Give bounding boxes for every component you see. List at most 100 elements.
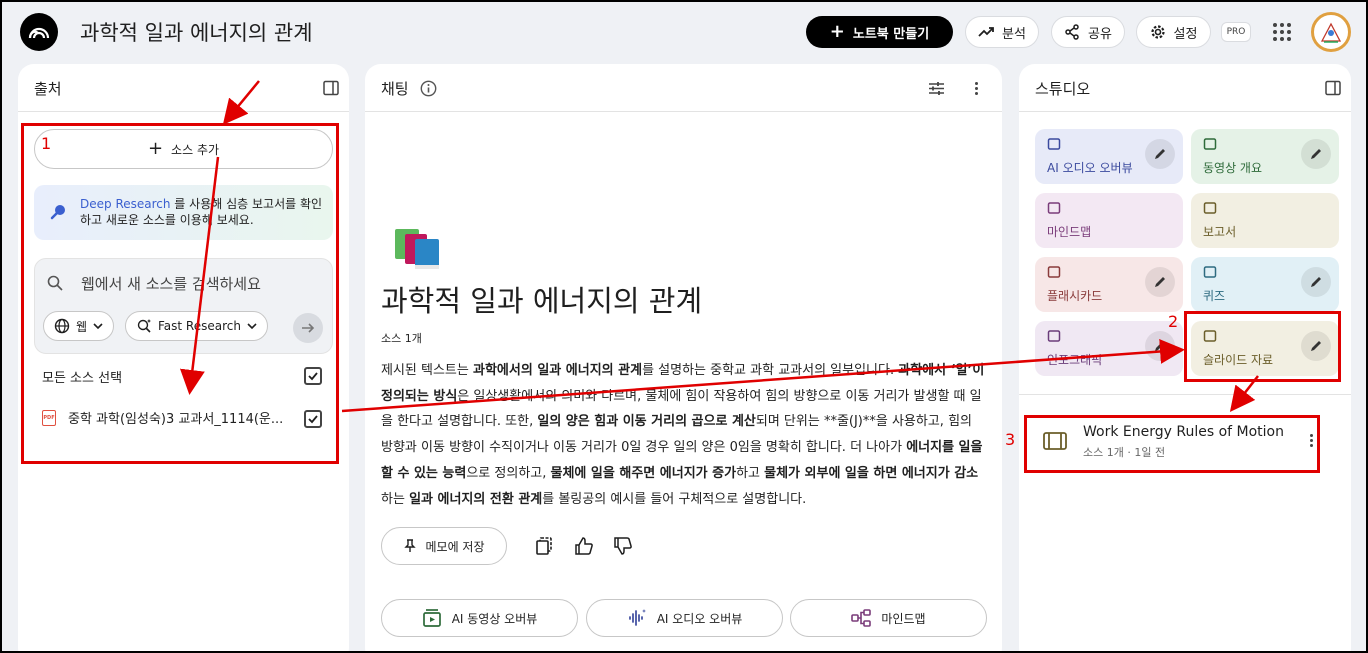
- source-item[interactable]: PDF 중학 과학(임성숙)3 교과서_1114(운...: [42, 408, 283, 427]
- sparkle-search-icon: [137, 319, 151, 333]
- infographic-icon: [1047, 330, 1061, 342]
- audio-overview-button[interactable]: AI 오디오 오버뷰: [586, 599, 783, 637]
- deep-research-icon: [50, 205, 65, 220]
- thumbs-down-icon[interactable]: [613, 536, 633, 556]
- slides-icon: [1203, 330, 1217, 342]
- studio-tile-label: 동영상 개요: [1203, 161, 1263, 175]
- video-overview-button[interactable]: AI 동영상 오버뷰: [381, 599, 578, 637]
- report-icon: [1203, 202, 1217, 214]
- studio-tile[interactable]: 퀴즈: [1191, 257, 1339, 312]
- share-icon: [1065, 24, 1079, 40]
- mindmap-button[interactable]: 마인드맵: [790, 599, 987, 637]
- add-source-button[interactable]: + 소스 추가: [34, 129, 333, 169]
- save-to-note-button[interactable]: 메모에 저장: [381, 527, 507, 565]
- pencil-icon: [1311, 149, 1321, 159]
- output-meta: 소스 1개 · 1일 전: [1083, 446, 1166, 459]
- plus-icon: +: [829, 21, 845, 42]
- studio-tile[interactable]: 플래시카드: [1035, 257, 1183, 312]
- mindmap-icon: [851, 609, 872, 627]
- chat-panel: 채팅 과학적 일과 에너지의 관계 소스 1개 제시된 텍스트는 과학에서의 일…: [365, 64, 1002, 653]
- mindmap-icon: [1047, 202, 1061, 214]
- analysis-button[interactable]: 분석: [965, 16, 1039, 48]
- summary-run: 하는: [381, 491, 410, 507]
- research-mode-chip[interactable]: Fast Research: [125, 311, 268, 341]
- sources-header: 출처: [18, 64, 349, 112]
- notebooklm-logo-icon[interactable]: [20, 13, 58, 51]
- search-input[interactable]: 웹에서 새 소스를 검색하세요: [81, 273, 261, 294]
- slides-icon: [1043, 432, 1067, 450]
- edit-button[interactable]: [1145, 139, 1175, 169]
- summary-bold-run: 일과 에너지의 전환 관계: [409, 491, 543, 507]
- settings-button[interactable]: 설정: [1136, 16, 1211, 48]
- mindmap-label: 마인드맵: [881, 611, 926, 626]
- logo-mark-icon: [28, 27, 50, 39]
- studio-tile[interactable]: 보고서: [1191, 193, 1339, 248]
- notebook-summary: 제시된 텍스트는 과학에서의 일과 에너지의 관계를 설명하는 중학교 과학 교…: [381, 358, 987, 512]
- search-submit-button[interactable]: [293, 313, 323, 343]
- tune-icon[interactable]: [928, 80, 945, 97]
- trending-up-icon: [978, 27, 994, 37]
- pin-icon: [404, 539, 417, 552]
- thumbs-up-icon[interactable]: [574, 536, 594, 556]
- pencil-icon: [1311, 277, 1321, 287]
- avatar-image-icon: [1315, 16, 1347, 48]
- studio-tile[interactable]: 마인드맵: [1035, 193, 1183, 248]
- edit-button[interactable]: [1145, 331, 1175, 361]
- globe-icon: [54, 318, 70, 334]
- select-all-checkbox[interactable]: [304, 367, 322, 385]
- edit-button[interactable]: [1301, 267, 1331, 297]
- studio-tile-label: 보고서: [1203, 225, 1237, 239]
- top-bar: 과학적 일과 에너지의 관계 + 노트북 만들기 분석 공유 설정 PRO: [0, 0, 1368, 64]
- studio-tile[interactable]: 슬라이드 자료: [1191, 321, 1339, 376]
- chat-title: 채팅: [381, 80, 409, 98]
- share-label: 공유: [1088, 26, 1112, 42]
- source-name: 중학 과학(임성숙)3 교과서_1114(운...: [68, 412, 284, 427]
- save-note-label: 메모에 저장: [425, 539, 485, 554]
- web-chip-label: 웹: [76, 319, 88, 334]
- source-count: 소스 1개: [381, 332, 422, 345]
- books-emoji-icon: [395, 229, 439, 269]
- pdf-icon: PDF: [42, 409, 56, 426]
- chevron-down-icon: [247, 323, 257, 330]
- studio-divider: [1019, 394, 1351, 395]
- web-source-search[interactable]: 웹에서 새 소스를 검색하세요 웹 Fast Research: [34, 258, 333, 354]
- deep-research-banner[interactable]: Deep Research 를 사용해 심층 보고서를 확인하고 새로운 소스를…: [34, 185, 333, 240]
- deep-research-link[interactable]: Deep Research: [80, 197, 170, 211]
- edit-button[interactable]: [1301, 331, 1331, 361]
- new-notebook-button[interactable]: + 노트북 만들기: [806, 16, 953, 48]
- studio-panel: 스튜디오 AI 오디오 오버뷰 동영상 개요 마인드맵 보고서 플래시카드 퀴즈 인포그래픽…: [1019, 64, 1351, 653]
- audio-wave-icon: [628, 609, 646, 626]
- studio-tile[interactable]: AI 오디오 오버뷰: [1035, 129, 1183, 184]
- avatar[interactable]: [1311, 12, 1351, 52]
- copy-icon[interactable]: [534, 536, 554, 556]
- video-overview-label: AI 동영상 오버뷰: [451, 611, 538, 626]
- studio-output-item[interactable]: Work Energy Rules of Motion 소스 1개 · 1일 전: [1027, 414, 1327, 469]
- add-source-label: 소스 추가: [171, 142, 220, 157]
- select-all-label: 모든 소스 선택: [42, 371, 123, 386]
- edit-button[interactable]: [1145, 267, 1175, 297]
- share-button[interactable]: 공유: [1051, 16, 1125, 48]
- audio-wave-icon: [1047, 138, 1061, 150]
- notebook-title[interactable]: 과학적 일과 에너지의 관계: [80, 17, 313, 47]
- collapse-panel-icon[interactable]: [1325, 80, 1341, 96]
- web-chip[interactable]: 웹: [43, 311, 115, 341]
- info-icon[interactable]: [420, 80, 437, 97]
- summary-run: 를 설명하는 중학교 과학 교과서의 일부입니다.: [642, 363, 899, 378]
- source-checkbox[interactable]: [304, 410, 322, 428]
- studio-tile[interactable]: 동영상 개요: [1191, 129, 1339, 184]
- apps-grid-icon[interactable]: [1273, 23, 1291, 41]
- edit-button[interactable]: [1301, 139, 1331, 169]
- studio-tile[interactable]: 인포그래픽: [1035, 321, 1183, 376]
- arrow-right-icon: [302, 323, 315, 333]
- search-icon: [47, 275, 63, 291]
- output-menu-icon[interactable]: [1310, 434, 1313, 447]
- chat-menu-icon[interactable]: [975, 82, 978, 95]
- studio-tile-label: 슬라이드 자료: [1203, 353, 1274, 367]
- audio-overview-label: AI 오디오 오버뷰: [656, 611, 743, 626]
- notebook-heading: 과학적 일과 에너지의 관계: [381, 284, 703, 318]
- sources-title: 출처: [34, 80, 62, 98]
- studio-tile-label: 마인드맵: [1047, 225, 1092, 239]
- analysis-label: 분석: [1002, 26, 1026, 42]
- new-notebook-label: 노트북 만들기: [852, 26, 930, 42]
- collapse-panel-icon[interactable]: [323, 80, 339, 96]
